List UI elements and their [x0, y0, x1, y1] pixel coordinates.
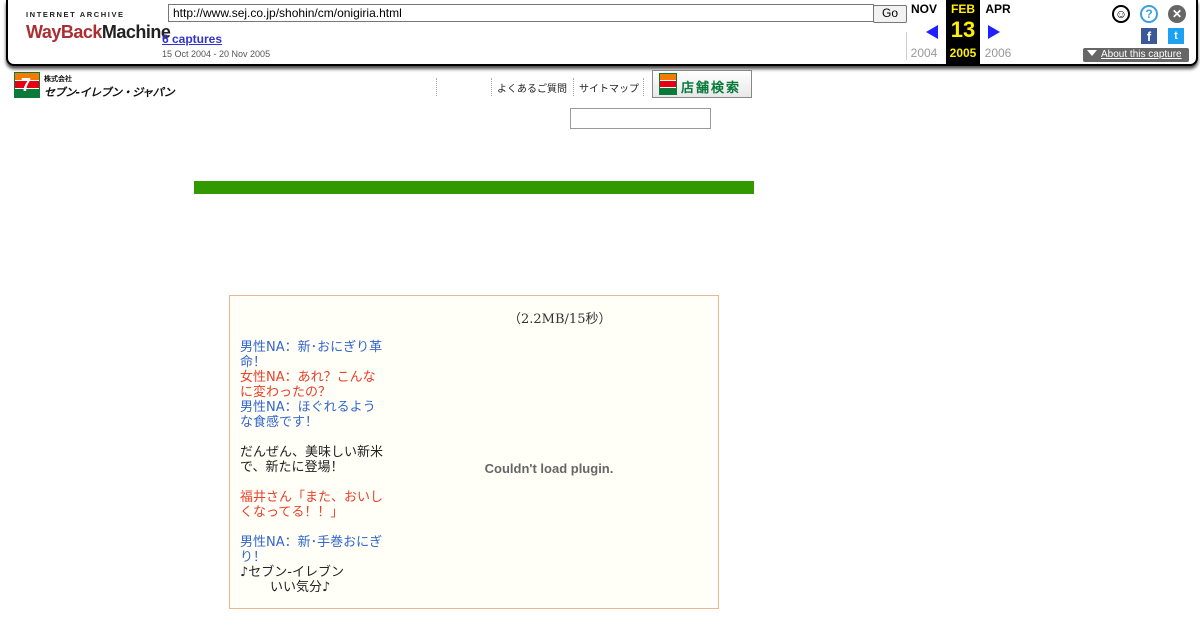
go-button[interactable]: Go: [873, 5, 907, 23]
script-line: ♪セブン-イレブン: [240, 565, 344, 580]
search-input[interactable]: [570, 108, 711, 129]
next-capture-arrow-icon[interactable]: [988, 25, 1000, 39]
seven-eleven-mark-icon: 7: [14, 72, 40, 98]
seven-eleven-mark-icon: [659, 73, 677, 95]
triangle-down-icon: [1087, 50, 1097, 56]
year-next[interactable]: 2006: [981, 46, 1015, 60]
logo-wayback: WayBack: [26, 22, 102, 42]
cm-file-size: （2.2MB/15秒）: [508, 312, 612, 327]
script-line: 福井さん「また、おいしくなってる！！」: [240, 490, 384, 520]
cm-script: 男性NA：新･おにぎり革命！ 女性NA：あれ？こんなに変わったの？ 男性NA：ほ…: [240, 340, 388, 595]
nav-divider: [573, 78, 575, 96]
script-line: 男性NA：ほぐれるような食感です！: [240, 400, 376, 430]
nav-faq-link[interactable]: よくあるご質問: [497, 80, 567, 95]
wayback-logo[interactable]: INTERNET ARCHIVE WayBackMachine: [26, 10, 171, 50]
capture-day: 13: [950, 17, 976, 42]
logo-internet-archive: INTERNET ARCHIVE: [26, 10, 125, 19]
logo-machine: Machine: [101, 22, 171, 42]
facebook-icon[interactable]: f: [1141, 28, 1157, 44]
script-line: 女性NA：あれ？こんなに変わったの？: [240, 370, 376, 400]
cm-panel: （2.2MB/15秒） 男性NA：新･おにぎり革命！ 女性NA：あれ？こんなに変…: [229, 295, 719, 609]
nav-divider: [643, 78, 645, 96]
wayback-toolbar: INTERNET ARCHIVE WayBackMachine http://w…: [6, 0, 1198, 66]
nav-sitemap-link[interactable]: サイトマップ: [579, 80, 639, 95]
help-icon[interactable]: ?: [1140, 5, 1158, 23]
script-line: だんぜん、美味しい新米で、新たに登場！: [240, 445, 384, 475]
year-prev[interactable]: 2004: [907, 46, 941, 60]
about-capture-button[interactable]: About this capture: [1083, 48, 1189, 62]
plugin-error-message[interactable]: Couldn't load plugin.: [460, 461, 638, 476]
script-line: 男性NA：新･おにぎり革命！: [240, 340, 383, 370]
green-divider-bar: [194, 181, 754, 194]
store-search-label: 店舗検索: [681, 81, 742, 96]
script-line: いい気分♪: [270, 580, 331, 595]
store-search-button[interactable]: 店舗検索: [652, 70, 752, 98]
nav-divider: [491, 78, 493, 96]
month-next[interactable]: APR: [981, 2, 1015, 16]
capture-range: 15 Oct 2004 - 20 Nov 2005: [162, 49, 271, 59]
seven-eleven-logo[interactable]: 7 株式会社 セブン-イレブン・ジャパン: [14, 72, 175, 100]
logo-corp-text: 株式会社: [44, 75, 72, 83]
user-icon[interactable]: ☺: [1112, 5, 1130, 23]
year-current: 2005: [949, 46, 977, 60]
script-line: 男性NA：新･手巻おにぎり！: [240, 535, 383, 565]
month-prev[interactable]: NOV: [907, 2, 941, 16]
logo-company-name: セブン-イレブン・ジャパン: [44, 86, 175, 99]
close-icon[interactable]: ✕: [1168, 5, 1186, 23]
nav-divider: [436, 78, 438, 96]
twitter-icon[interactable]: t: [1168, 28, 1184, 44]
captures-link[interactable]: 6 captures: [162, 32, 222, 46]
prev-capture-arrow-icon[interactable]: [926, 25, 938, 39]
url-input[interactable]: http://www.sej.co.jp/shohin/cm/onigiria.…: [168, 4, 874, 22]
